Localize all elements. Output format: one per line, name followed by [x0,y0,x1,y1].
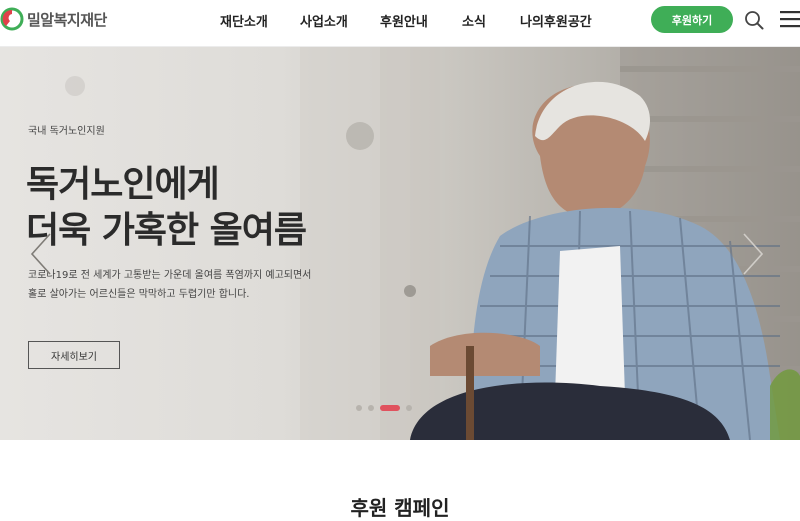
prev-slide-arrow-icon[interactable] [28,232,54,276]
nav-item-donation-guide[interactable]: 후원안내 [380,11,428,30]
nav-item-news[interactable]: 소식 [462,11,486,30]
hero-title: 독거노인에게 더욱 가혹한 올여름 [26,162,307,254]
logo[interactable]: 밀알복지재단 [0,6,107,32]
search-icon[interactable] [744,10,764,30]
slide-dot-2[interactable] [368,405,374,411]
nav-item-my-donation[interactable]: 나의후원공간 [520,11,592,30]
nav-item-about[interactable]: 재단소개 [220,11,268,30]
site-header: 밀알복지재단 재단소개 사업소개 후원안내 소식 나의후원공간 후원하기 [0,0,800,47]
hero-banner: 국내 독거노인지원 독거노인에게 더욱 가혹한 올여름 코로나19로 전 세계가… [0,46,800,440]
campaign-section-title: 후원 캠페인 [350,496,450,520]
logo-text: 밀알복지재단 [27,10,107,29]
hero-title-line1: 독거노인에게 [26,164,220,205]
hamburger-menu-icon[interactable] [780,11,800,28]
hero-description: 코로나19로 전 세계가 고통받는 가운데 올여름 폭염까지 예고되면서 홀로 … [28,266,311,304]
slide-dot-3[interactable] [380,405,400,411]
hero-description-line1: 코로나19로 전 세계가 고통받는 가운데 올여름 폭염까지 예고되면서 [28,270,312,281]
slide-dot-4[interactable] [406,405,412,411]
slide-pagination [356,405,412,411]
hero-description-line2: 홀로 살아가는 어르신들은 막막하고 두렵기만 합니다. [28,289,250,300]
next-slide-arrow-icon[interactable] [740,232,766,276]
read-more-button[interactable]: 자세히보기 [28,341,120,369]
hero-category-label: 국내 독거노인지원 [28,126,105,137]
donate-button[interactable]: 후원하기 [651,6,733,33]
slide-dot-1[interactable] [356,405,362,411]
nav-item-programs[interactable]: 사업소개 [300,11,348,30]
hero-title-line2: 더욱 가혹한 올여름 [26,210,307,251]
logo-icon [0,7,24,31]
